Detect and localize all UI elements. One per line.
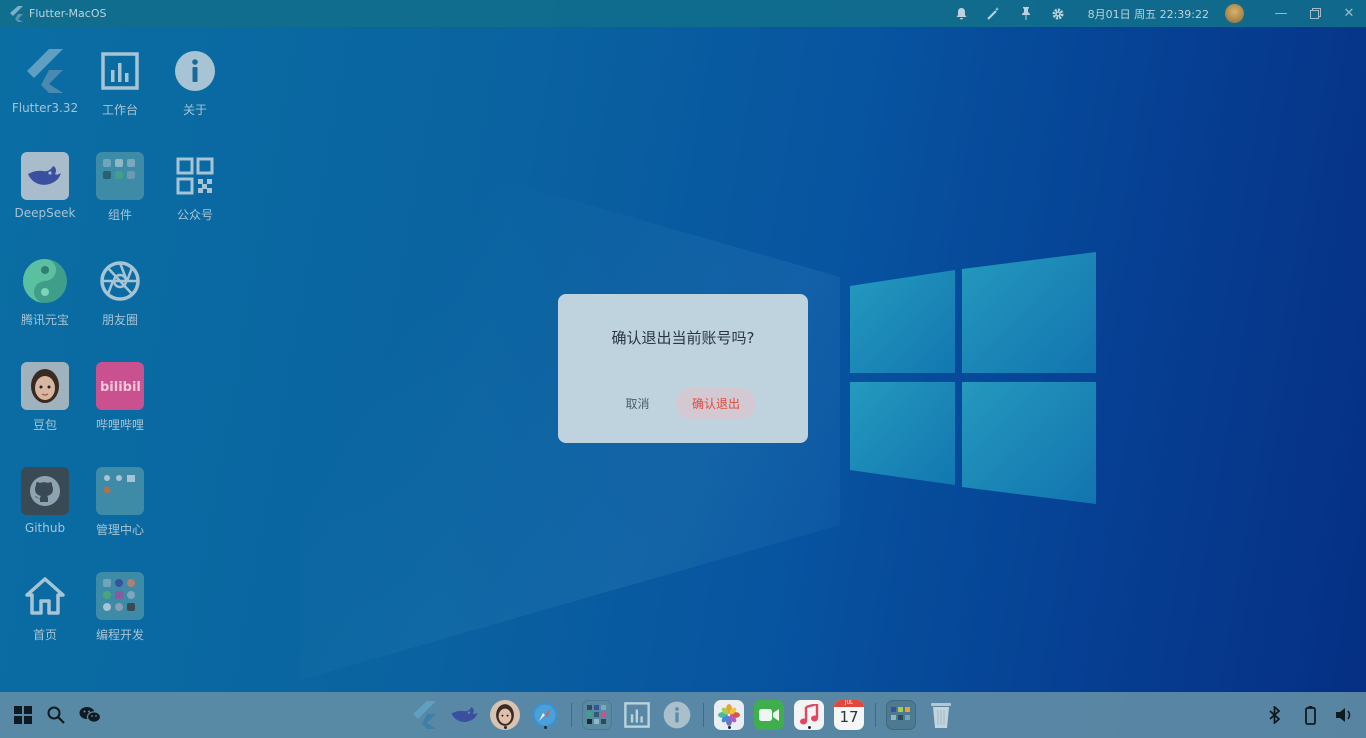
app-title: Flutter-MacOS [10, 5, 107, 22]
volume-icon[interactable] [1329, 700, 1359, 730]
doubao-avatar-icon [21, 362, 69, 410]
desktop-icon-label: 编程开发 [95, 628, 144, 642]
flutter-logo-icon [21, 47, 69, 95]
desktop-icon-deepseek[interactable]: DeepSeek [7, 152, 83, 220]
wechat-icon[interactable] [75, 700, 105, 730]
dock-separator [571, 703, 572, 727]
dock-trash[interactable] [926, 700, 956, 730]
dock-separator [703, 703, 704, 727]
home-icon [21, 572, 69, 620]
desktop-icon-label: 管理中心 [95, 523, 144, 537]
minimize-icon[interactable]: — [1264, 0, 1298, 27]
desktop-icon-label: 公众号 [176, 208, 213, 222]
desktop-icon-label: 豆包 [32, 418, 57, 432]
gear-icon[interactable] [1042, 0, 1074, 27]
desktop-icon-label: 工作台 [101, 103, 138, 117]
running-indicator [727, 726, 731, 729]
title-bar: Flutter-MacOS 8月01日 周五 22:39:22 — ✕ [0, 0, 1366, 27]
running-indicator [807, 726, 811, 729]
desktop-icon-moments[interactable]: 朋友圈 [82, 257, 158, 328]
folder-icon [96, 152, 144, 200]
windows-wallpaper-logo [850, 252, 1096, 504]
calendar-day: 17 [839, 708, 859, 726]
dock-flutter[interactable] [410, 700, 440, 730]
close-icon[interactable]: ✕ [1332, 0, 1366, 27]
desktop-icon-admin[interactable]: 管理中心 [82, 467, 158, 538]
logout-confirm-dialog: 确认退出当前账号吗? [558, 294, 808, 443]
dock-photos[interactable] [714, 700, 744, 730]
desktop-icon-dev[interactable]: 编程开发 [82, 572, 158, 643]
qrcode-icon [171, 152, 219, 200]
desktop-icon-yuanbao[interactable]: 腾讯元宝 [7, 257, 83, 328]
desktop-icon-label: 首页 [32, 628, 57, 642]
github-logo-icon [21, 467, 69, 515]
desktop-icon-workbench[interactable]: 工作台 [82, 47, 158, 118]
dock-dev-folder[interactable] [886, 700, 916, 730]
desktop-icon-bilibili[interactable]: bilibili 哔哩哔哩 [82, 362, 158, 433]
folder-icon [96, 467, 144, 515]
bilibili-logo-icon: bilibili [96, 362, 144, 410]
svg-text:bilibili: bilibili [100, 380, 142, 395]
running-indicator [503, 726, 507, 729]
bell-icon[interactable] [946, 0, 978, 27]
desktop-icon-doubao[interactable]: 豆包 [7, 362, 83, 433]
aperture-icon [96, 257, 144, 305]
user-avatar[interactable] [1225, 4, 1244, 23]
running-indicator [543, 726, 547, 729]
battery-icon[interactable] [1295, 700, 1325, 730]
desktop-icon-label: Flutter3.32 [11, 101, 79, 115]
chart-icon [96, 47, 144, 95]
search-icon[interactable] [41, 700, 71, 730]
desktop-icon-label: Github [24, 521, 66, 535]
dock-deepseek[interactable] [450, 700, 480, 730]
calendar-month: JUL [834, 700, 864, 707]
cancel-button[interactable]: 取消 [615, 388, 660, 419]
dock-separator [875, 703, 876, 727]
confirm-logout-button[interactable]: 确认退出 [676, 388, 756, 419]
bluetooth-icon[interactable] [1260, 700, 1290, 730]
dock-doubao[interactable] [490, 700, 520, 730]
desktop-icon-label: DeepSeek [14, 206, 76, 220]
window-title: Flutter-MacOS [29, 7, 107, 20]
desktop-icon-about[interactable]: 关于 [157, 47, 233, 118]
dialog-message: 确认退出当前账号吗? [611, 329, 755, 347]
desktop-icon-label: 关于 [182, 103, 207, 117]
dock-calendar[interactable]: JUL 17 [834, 700, 864, 730]
desktop-icon-label: 组件 [107, 208, 132, 222]
dock-chart[interactable] [622, 700, 652, 730]
folder-icon [96, 572, 144, 620]
pin-icon[interactable] [1010, 0, 1042, 27]
dock-music[interactable] [794, 700, 824, 730]
maximize-icon[interactable] [1298, 0, 1332, 27]
desktop-icon-label: 朋友圈 [101, 313, 138, 327]
desktop-icon-flutter[interactable]: Flutter3.32 [7, 47, 83, 115]
desktop-icon-home[interactable]: 首页 [7, 572, 83, 643]
clock: 8月01日 周五 22:39:22 [1087, 7, 1209, 21]
magic-wand-icon[interactable] [978, 0, 1010, 27]
deepseek-logo-icon [21, 152, 69, 200]
dock-components-folder[interactable] [582, 700, 612, 730]
yuanbao-logo-icon [21, 257, 69, 305]
dock-info[interactable] [662, 700, 692, 730]
desktop-icon-label: 腾讯元宝 [20, 313, 69, 327]
desktop-icon-github[interactable]: Github [7, 467, 83, 535]
info-icon [171, 47, 219, 95]
desktop-icon-label: 哔哩哔哩 [95, 418, 144, 432]
dock-safari[interactable] [530, 700, 560, 730]
taskbar: JUL 17 [0, 692, 1366, 738]
desktop-icon-official-account[interactable]: 公众号 [157, 152, 233, 223]
dock-facetime[interactable] [754, 700, 784, 730]
flutter-icon [10, 5, 23, 22]
desktop-icon-components[interactable]: 组件 [82, 152, 158, 223]
windows-start-icon[interactable] [8, 700, 38, 730]
